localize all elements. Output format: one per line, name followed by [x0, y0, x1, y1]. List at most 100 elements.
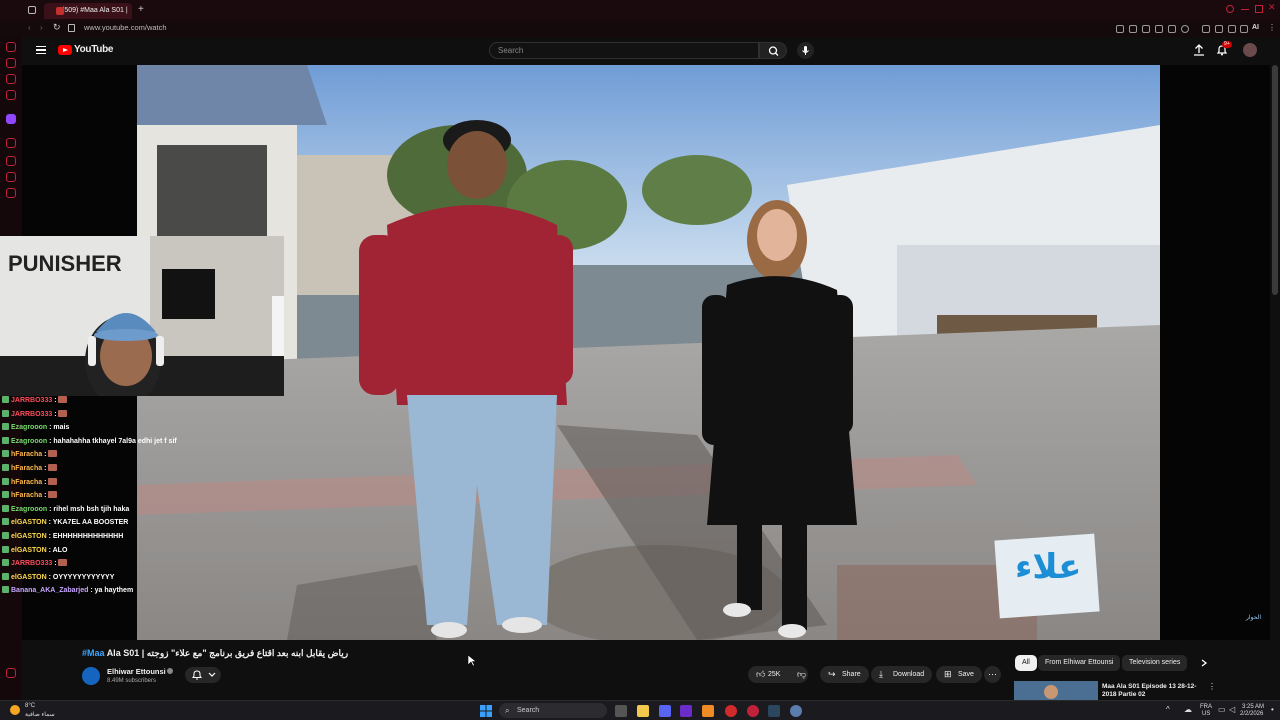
reload-icon[interactable]: ↻: [53, 22, 61, 33]
windows-start-icon[interactable]: [480, 705, 492, 717]
chat-username[interactable]: elGASTON: [11, 519, 47, 526]
search-button[interactable]: [759, 42, 787, 59]
hamburger-menu-icon[interactable]: [36, 46, 46, 54]
voice-search-button[interactable]: [797, 42, 814, 59]
maximize-icon[interactable]: [1255, 5, 1263, 13]
snapshot-icon[interactable]: [1129, 25, 1137, 33]
opera-gx-icon[interactable]: [725, 705, 737, 717]
network-icon[interactable]: ▭: [1218, 705, 1226, 714]
discord-icon[interactable]: [659, 705, 671, 717]
show-hidden-icons[interactable]: ^: [1166, 705, 1170, 714]
more-actions-button[interactable]: ⋯: [984, 666, 1001, 683]
steam-icon[interactable]: [768, 705, 780, 717]
dislike-button[interactable]: 👎︎: [792, 666, 816, 683]
easy-setup-icon[interactable]: [1228, 25, 1236, 33]
chat-username[interactable]: hFaracha: [11, 492, 42, 499]
more-icon[interactable]: [6, 668, 16, 678]
chat-username[interactable]: hFaracha: [11, 465, 42, 472]
heart-icon[interactable]: [1181, 25, 1189, 33]
chat-username[interactable]: JARRBO333: [11, 411, 52, 418]
chat-message: elGASTON : YKA7EL AA BOOSTER: [2, 516, 128, 529]
tab-title: (509) #Maa Ala S01 |: [62, 7, 128, 14]
task-view-icon[interactable]: [615, 705, 627, 717]
chat-username[interactable]: Ezagrooon: [11, 438, 47, 445]
youtube-logo-text[interactable]: YouTube: [74, 44, 114, 55]
tab-menu-icon[interactable]: [28, 6, 36, 14]
shield-icon[interactable]: [1142, 25, 1150, 33]
settings-gear-icon[interactable]: [790, 705, 802, 717]
url-field[interactable]: www.youtube.com/watch: [84, 23, 167, 32]
title-hashtag-link[interactable]: #Maa: [82, 648, 105, 658]
page-scrollbar[interactable]: [1272, 65, 1278, 295]
aria-button[interactable]: AI: [1252, 24, 1259, 31]
wallet-icon[interactable]: [1202, 25, 1210, 33]
search-tabs-icon[interactable]: [1226, 5, 1234, 13]
download-icon[interactable]: [1240, 25, 1248, 33]
channel-name[interactable]: Elhiwar Ettounsi: [107, 667, 166, 676]
channel-avatar[interactable]: [82, 667, 100, 685]
search-input[interactable]: Search: [489, 42, 759, 59]
forward-icon[interactable]: ›: [40, 23, 43, 32]
chip-all[interactable]: All: [1015, 655, 1037, 671]
language-code[interactable]: FRA: [1200, 704, 1212, 710]
next-video-title[interactable]: Maa Ala S01 Episode 13 28-12-2018 Partie…: [1102, 683, 1207, 700]
account-avatar[interactable]: [1243, 43, 1257, 57]
tab-youtube[interactable]: (509) #Maa Ala S01 |: [44, 3, 132, 19]
youtube-logo-icon[interactable]: [58, 45, 72, 55]
messenger-icon[interactable]: [6, 74, 16, 84]
subscription-bell-button[interactable]: [185, 667, 221, 683]
chat-username[interactable]: elGASTON: [11, 574, 47, 581]
chat-username[interactable]: Ezagrooon: [11, 506, 47, 513]
chat-username[interactable]: elGASTON: [11, 533, 47, 540]
kick-app-icon[interactable]: [680, 705, 692, 717]
chat-username[interactable]: Ezagrooon: [11, 424, 47, 431]
play-icon[interactable]: [1168, 25, 1176, 33]
twitch-icon[interactable]: [6, 114, 16, 124]
keyboard-layout[interactable]: US: [1202, 711, 1210, 717]
opera-browser-icon[interactable]: [747, 705, 759, 717]
weather-temp: 8°C: [25, 703, 36, 709]
upload-icon[interactable]: [1193, 44, 1205, 56]
download-button[interactable]: ⤓ Download: [871, 666, 933, 683]
player-icon[interactable]: [6, 172, 16, 182]
next-video-thumbnail[interactable]: [1014, 681, 1098, 700]
app-orange-icon[interactable]: [702, 705, 714, 717]
camera-icon[interactable]: [1116, 25, 1124, 33]
home-icon[interactable]: [6, 42, 16, 52]
share-button[interactable]: ↪ Share: [820, 666, 869, 683]
settings-icon[interactable]: [6, 188, 16, 198]
chat-username[interactable]: Banana_AKA_Zabarjed: [11, 587, 88, 594]
weather-icon[interactable]: [10, 705, 20, 715]
clock-icon[interactable]: [6, 156, 16, 166]
chat-username[interactable]: hFaracha: [11, 479, 42, 486]
file-explorer-icon[interactable]: [637, 705, 649, 717]
chat-badge-icon: [2, 586, 9, 594]
chip-television-series[interactable]: Television series: [1122, 655, 1188, 671]
clock-time[interactable]: 3:25 AM: [1242, 704, 1264, 710]
extensions-icon[interactable]: [1155, 25, 1163, 33]
history-icon[interactable]: [6, 138, 16, 148]
vpn-icon[interactable]: [1215, 25, 1223, 33]
next-video-menu-icon[interactable]: ⋮: [1208, 682, 1216, 691]
close-icon[interactable]: ✕: [1268, 2, 1276, 13]
chat-username[interactable]: elGASTON: [11, 547, 47, 554]
chat-badge-icon: [2, 532, 9, 539]
back-icon[interactable]: ‹: [28, 23, 31, 32]
save-button[interactable]: ⊞ Save: [936, 666, 982, 683]
chat-username[interactable]: JARRBO333: [11, 560, 52, 567]
clock-date[interactable]: 2/2/2026: [1240, 711, 1263, 717]
chat-message: Banana_AKA_Zabarjed : ya haythem: [2, 584, 133, 597]
onedrive-icon[interactable]: ☁: [1184, 705, 1192, 714]
taskbar-search-box[interactable]: ⌕ Search: [499, 703, 607, 718]
volume-icon[interactable]: ◁: [1229, 705, 1235, 714]
notification-center-icon[interactable]: •: [1271, 705, 1274, 714]
chip-from-channel[interactable]: From Elhiwar Ettounsi: [1038, 655, 1121, 671]
instagram-icon[interactable]: [6, 90, 16, 100]
bookmarks-icon[interactable]: [6, 58, 16, 68]
chat-username[interactable]: hFaracha: [11, 451, 42, 458]
new-tab-icon[interactable]: +: [138, 4, 144, 15]
menu-dots-icon[interactable]: ⋮: [1268, 23, 1276, 32]
chat-username[interactable]: JARRBO333: [11, 397, 52, 404]
minimize-icon[interactable]: [1241, 9, 1249, 10]
chevron-right-icon[interactable]: [1200, 659, 1208, 667]
